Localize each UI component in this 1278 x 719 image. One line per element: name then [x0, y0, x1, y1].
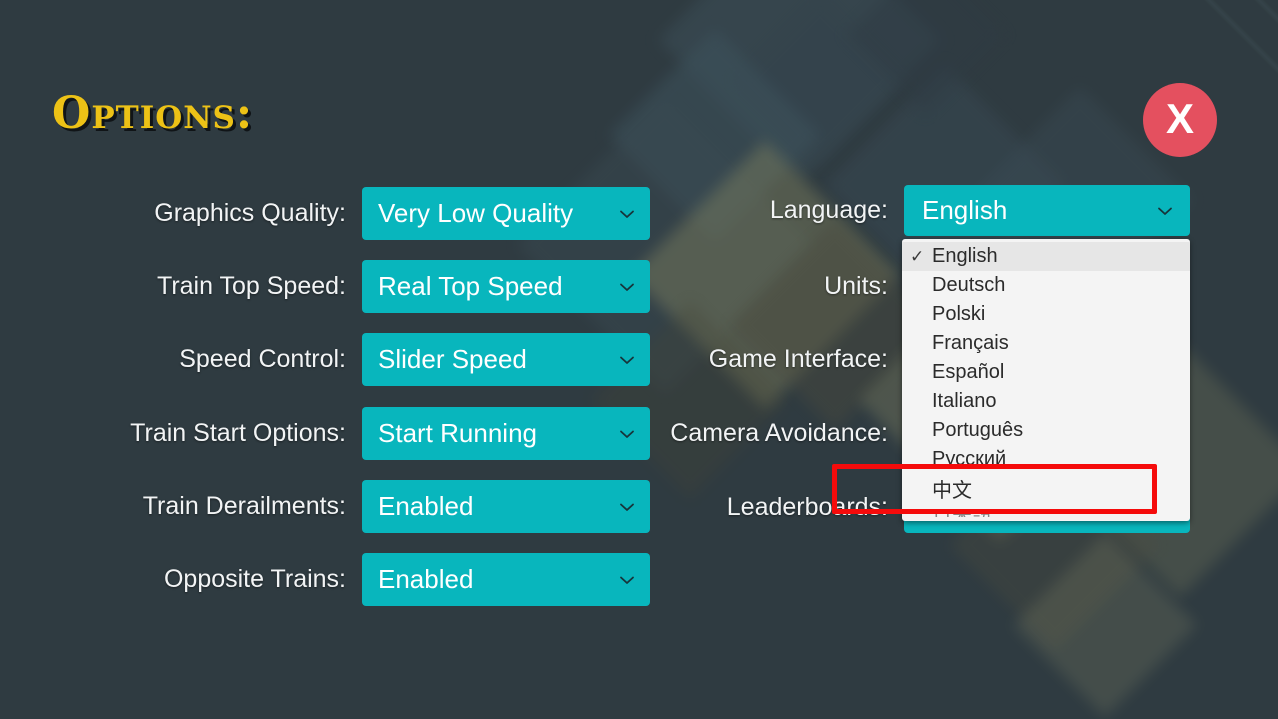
language-option-espanol[interactable]: Español [902, 358, 1190, 387]
label-camera-avoidance: Camera Avoidance: [670, 419, 888, 447]
setting-row-train-derailments: Train Derailments: Enabled [114, 480, 650, 533]
language-option-italiano[interactable]: Italiano [902, 387, 1190, 416]
label-speed-control: Speed Control: [179, 345, 346, 373]
dropdown-language[interactable]: English [904, 185, 1190, 236]
label-train-derailments: Train Derailments: [142, 492, 346, 520]
options-screen: Options: X Graphics Quality: Very Low Qu… [0, 0, 1278, 719]
label-leaderboards: Leaderboards: [726, 493, 888, 521]
setting-row-graphics-quality: Graphics Quality: Very Low Quality [114, 187, 650, 240]
dropdown-value-opposite-trains: Enabled [378, 564, 474, 594]
language-option-label: Polski [932, 303, 986, 325]
dropdown-value-speed-control: Slider Speed [378, 344, 527, 374]
chevron-down-icon [618, 278, 636, 296]
close-icon: X [1165, 95, 1194, 142]
label-opposite-trains: Opposite Trains: [163, 565, 346, 593]
label-units: Units: [824, 272, 888, 300]
setting-row-train-start-options: Train Start Options: Start Running [114, 407, 650, 460]
setting-row-opposite-trains: Opposite Trains: Enabled [114, 553, 650, 606]
dropdown-opposite-trains[interactable]: Enabled [362, 553, 650, 606]
language-option-deutsch[interactable]: Deutsch [902, 271, 1190, 300]
chevron-down-icon [618, 351, 636, 369]
dropdown-graphics-quality[interactable]: Very Low Quality [362, 187, 650, 240]
language-option-label: Deutsch [932, 274, 1006, 296]
language-dropdown-list[interactable]: ✓ English Deutsch Polski Français Españo… [902, 239, 1190, 521]
language-option-label: 中文 [932, 480, 972, 502]
chevron-down-icon [618, 571, 636, 589]
language-option-label: Русский [932, 448, 1007, 470]
chevron-down-icon [618, 425, 636, 443]
check-icon: ✓ [910, 246, 925, 266]
language-option-portugues[interactable]: Português [902, 416, 1190, 445]
dropdown-speed-control[interactable]: Slider Speed [362, 333, 650, 386]
dropdown-train-top-speed[interactable]: Real Top Speed [362, 260, 650, 313]
language-option-english[interactable]: ✓ English [902, 242, 1190, 271]
language-option-polski[interactable]: Polski [902, 300, 1190, 329]
label-train-top-speed: Train Top Speed: [156, 272, 346, 300]
language-option-label: Français [932, 332, 1009, 354]
dropdown-train-start-options[interactable]: Start Running [362, 407, 650, 460]
dropdown-value-train-start-options: Start Running [378, 418, 537, 448]
chevron-down-icon [618, 205, 636, 223]
language-option-russkiy[interactable]: Русский [902, 445, 1190, 474]
language-option-label: Português [932, 419, 1024, 441]
dropdown-value-train-top-speed: Real Top Speed [378, 271, 563, 301]
language-option-japanese[interactable]: 日本語 [902, 503, 1190, 517]
language-option-label: Italiano [932, 390, 997, 412]
language-option-label: 日本語 [932, 503, 1190, 517]
chevron-down-icon [1156, 202, 1174, 220]
language-option-chinese[interactable]: 中文 [902, 474, 1190, 503]
dropdown-value-graphics-quality: Very Low Quality [378, 198, 574, 228]
language-option-label: Español [932, 361, 1005, 383]
close-button[interactable]: X [1143, 83, 1217, 157]
chevron-down-icon [618, 498, 636, 516]
label-game-interface: Game Interface: [708, 345, 888, 373]
dropdown-value-train-derailments: Enabled [378, 491, 474, 521]
setting-row-speed-control: Speed Control: Slider Speed [114, 333, 650, 386]
dropdown-train-derailments[interactable]: Enabled [362, 480, 650, 533]
label-language: Language: [769, 196, 888, 224]
setting-row-language: Language: English [662, 185, 1190, 236]
page-title: Options: [52, 88, 254, 139]
label-graphics-quality: Graphics Quality: [154, 199, 346, 227]
label-train-start-options: Train Start Options: [130, 419, 346, 447]
setting-row-train-top-speed: Train Top Speed: Real Top Speed [114, 260, 650, 313]
language-option-francais[interactable]: Français [902, 329, 1190, 358]
dropdown-value-language: English [922, 195, 1008, 225]
language-option-label: English [932, 245, 998, 267]
